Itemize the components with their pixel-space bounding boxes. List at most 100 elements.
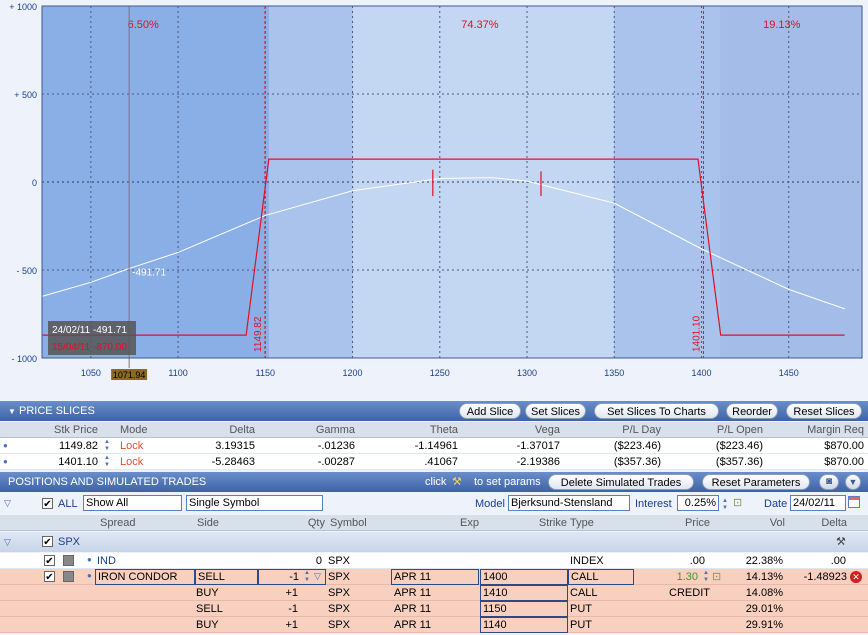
y-tick-label: - 500 — [16, 266, 37, 276]
cursor-x-label: 1071.94 — [113, 370, 146, 380]
model-select[interactable]: Bjerksund-Stensland — [508, 495, 630, 511]
slice-mode-lock[interactable]: Lock — [120, 454, 160, 470]
slice-row[interactable]: ● 1149.82 ▲ ▼ Lock 3.19315 -.01236 -1.149… — [0, 438, 868, 454]
symbol-mode-select[interactable]: Single Symbol — [186, 495, 323, 511]
type-select[interactable]: CALL — [568, 569, 634, 585]
slice-vega: -1.37017 — [516, 440, 560, 452]
table-row[interactable]: BUY +1 SPX APR 11 1410 CALL CREDIT 14.08… — [0, 585, 868, 601]
row-exp: APR 11 — [394, 619, 432, 631]
slice-price-stepper[interactable]: ▲ ▼ — [103, 455, 111, 469]
row-symbol: SPX — [328, 603, 351, 615]
pl-chart[interactable]: + 1000 + 500 0 - 500 - 1000 1050 1100 1150 1200 1… — [0, 0, 868, 390]
row-bullet-icon: ● — [87, 571, 92, 580]
row-color-swatch — [63, 555, 74, 566]
table-row[interactable]: ✔ ● IRON CONDOR SELL -1 ▲ ▼ ▽ SPX APR 11 … — [0, 569, 868, 585]
set-slices-button[interactable]: Set Slices — [525, 403, 586, 419]
qty-stepper[interactable]: ▲ ▼ — [303, 570, 311, 584]
slice-pl-open: ($223.46) — [715, 440, 763, 452]
row-vol: 14.08% — [745, 587, 783, 599]
strike-select[interactable]: 1400 — [480, 569, 568, 585]
region-pct-right: 19.13% — [763, 19, 801, 31]
exp-select[interactable]: APR 11 — [391, 569, 479, 585]
slice-row[interactable]: ● 1401.10 ▲ ▼ Lock -5.28463 -.00287 .4106… — [0, 454, 868, 470]
row-price[interactable]: 1.30 — [640, 569, 698, 585]
qty-dropdown-icon[interactable]: ▽ — [314, 571, 321, 582]
price-stepper[interactable]: ▲ ▼ — [702, 570, 710, 584]
row-side: BUY — [196, 587, 219, 599]
slice-mode-lock[interactable]: Lock — [120, 438, 160, 454]
table-row[interactable]: ✔ ● IND 0 SPX INDEX .00 22.38% .00 — [0, 553, 868, 569]
slice-theta: .41067 — [424, 456, 458, 468]
row-delta — [786, 601, 847, 617]
col-pl-day: P/L Day — [622, 424, 661, 436]
group-collapse-icon[interactable]: ▽ — [4, 537, 11, 548]
row-checkbox[interactable]: ✔ — [44, 555, 55, 567]
row-qty: -1 — [288, 603, 298, 615]
row-vol: 29.01% — [745, 603, 783, 615]
reset-slices-button[interactable]: Reset Slices — [786, 403, 862, 419]
spread-select[interactable]: IRON CONDOR — [95, 569, 195, 585]
side-select[interactable]: SELL — [195, 569, 258, 585]
slice-margin-req: $870.00 — [824, 456, 864, 468]
row-symbol: SPX — [328, 619, 351, 631]
strike-select[interactable]: 1150 — [480, 601, 568, 617]
col-margin-req: Margin Req — [807, 424, 864, 436]
group-wrench-icon[interactable]: ⚒ — [836, 535, 846, 548]
positions-header-row: Spread Side Qty Symbol Exp Strike Type P… — [0, 515, 868, 531]
group-checkbox[interactable]: ✔ — [42, 536, 53, 548]
row-strike — [482, 553, 566, 569]
row-delta — [786, 585, 847, 601]
all-label: ALL — [58, 498, 78, 510]
x-tick-label: 1400 — [691, 368, 711, 378]
filter-row: ▽ ✔ ALL Show All Single Symbol Model Bje… — [0, 494, 868, 514]
slice-margin-req: $870.00 — [824, 440, 864, 452]
row-exp — [394, 553, 478, 569]
col-theta: Theta — [429, 424, 458, 436]
table-row[interactable]: SELL -1 SPX APR 11 1150 PUT 29.01% — [0, 601, 868, 617]
row-qty: +1 — [285, 587, 298, 599]
remove-trade-icon[interactable]: ✕ — [850, 571, 862, 583]
slice-pl-open: ($357.36) — [715, 456, 763, 468]
col-stk-price: Stk Price — [53, 424, 98, 436]
reorder-button[interactable]: Reorder — [726, 403, 778, 419]
interest-input[interactable]: 0.25% — [677, 495, 719, 511]
group-label: SPX — [58, 536, 81, 548]
slice-label-1: 1149.82 — [253, 316, 264, 352]
expand-all-icon[interactable]: ▽ — [4, 498, 11, 509]
strike-select[interactable]: 1410 — [480, 585, 568, 601]
strike-select[interactable]: 1140 — [480, 617, 568, 633]
positions-title: POSITIONS AND SIMULATED TRADES — [8, 476, 207, 488]
set-params-hint: to set params — [474, 476, 541, 488]
col-qty: Qty — [307, 517, 325, 529]
show-filter-select[interactable]: Show All — [83, 495, 182, 511]
col-strike: Strike — [538, 517, 567, 529]
add-slice-button[interactable]: Add Slice — [459, 403, 521, 419]
wrench-icon[interactable]: ⚒ — [452, 475, 462, 488]
col-symbol: Symbol — [330, 517, 367, 529]
y-tick-label: 0 — [32, 178, 37, 188]
slice-price-stepper[interactable]: ▲ ▼ — [103, 439, 111, 453]
row-checkbox[interactable]: ✔ — [44, 571, 55, 583]
delete-simulated-trades-button[interactable]: Delete Simulated Trades — [548, 474, 694, 490]
reset-parameters-button[interactable]: Reset Parameters — [702, 474, 810, 490]
collapse-icon[interactable]: ▼ — [845, 474, 861, 490]
camera-icon[interactable]: ◙ — [819, 474, 839, 490]
right-band — [720, 6, 862, 358]
interest-stepper[interactable]: ▲ ▼ — [721, 498, 729, 512]
row-vol: 29.91% — [745, 619, 783, 631]
x-tick-label: 1200 — [343, 368, 363, 378]
calendar-icon[interactable] — [848, 496, 860, 508]
table-row[interactable]: BUY +1 SPX APR 11 1140 PUT 29.91% — [0, 617, 868, 633]
set-slices-to-charts-button[interactable]: Set Slices To Charts — [594, 403, 719, 419]
group-row-spx[interactable]: ▽ ✔ SPX ⚒ — [0, 532, 868, 552]
row-exp: APR 11 — [394, 603, 432, 615]
all-checkbox[interactable]: ✔ — [42, 498, 53, 510]
row-color-swatch — [63, 571, 74, 582]
row-symbol: SPX — [328, 571, 351, 583]
lock-icon[interactable]: ⊡ — [733, 496, 742, 509]
date-input[interactable]: 24/02/11 — [790, 495, 846, 511]
row-type: CALL — [570, 587, 598, 599]
slice-label-2: 1401.10 — [691, 315, 702, 352]
row-price — [640, 601, 710, 617]
x-tick-label: 1300 — [517, 368, 537, 378]
